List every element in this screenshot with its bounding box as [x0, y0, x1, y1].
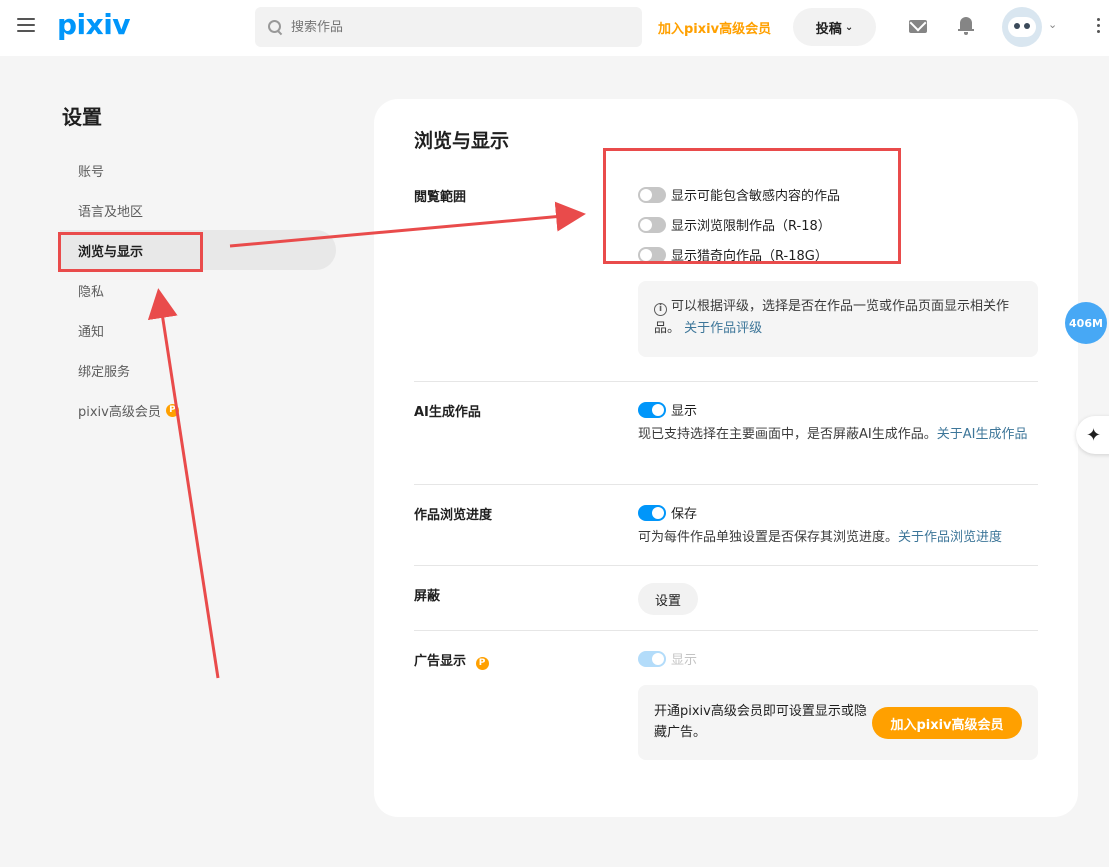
- bell-icon[interactable]: [958, 17, 974, 35]
- sidebar-item-linked-services[interactable]: 绑定服务: [60, 350, 336, 390]
- ai-works-toggle[interactable]: [638, 401, 666, 418]
- post-button-label: 投稿: [815, 21, 842, 37]
- divider: [414, 565, 1038, 566]
- info-icon: i: [654, 303, 667, 316]
- annotation-box-sidebar: [58, 232, 203, 272]
- premium-link[interactable]: 加入pixiv高级会员: [658, 18, 771, 37]
- sidebar-item-label: 绑定服务: [78, 364, 131, 380]
- join-premium-button[interactable]: 加入pixiv高级会员: [872, 707, 1022, 739]
- search-bar[interactable]: [255, 7, 642, 47]
- rating-info-link[interactable]: 关于作品评级: [684, 321, 762, 336]
- progress-toggle-row[interactable]: 保存: [638, 503, 697, 522]
- sparkle-icon[interactable]: ✦: [1076, 416, 1109, 454]
- ai-toggle-row[interactable]: 显示: [638, 400, 697, 419]
- reading-progress-link[interactable]: 关于作品浏览进度: [898, 530, 1002, 545]
- premium-promo-box: 开通pixiv高级会员即可设置显示或隐藏广告。 加入pixiv高级会员: [638, 685, 1038, 760]
- reading-progress-label: 作品浏览进度: [414, 508, 493, 523]
- ai-works-label: AI生成作品: [414, 405, 481, 420]
- more-icon[interactable]: [1097, 18, 1101, 38]
- pixiv-logo[interactable]: pixiv: [57, 8, 131, 41]
- ai-works-description: 现已支持选择在主要画面中，是否屏蔽AI生成作品。关于AI生成作品: [638, 424, 1038, 446]
- premium-badge-icon: P: [165, 403, 179, 417]
- sidebar-item-label: 账号: [78, 164, 105, 180]
- premium-badge-icon: P: [475, 657, 489, 670]
- viewing-range-label: 閲覧範囲: [414, 190, 467, 205]
- settings-title: 设置: [62, 105, 102, 129]
- sidebar-item-privacy[interactable]: 隐私: [60, 270, 336, 310]
- rating-info-box: i 可以根据评级，选择是否在作品一览或作品页面显示相关作品。 关于作品评级: [638, 281, 1038, 357]
- annotation-box-toggles: [603, 148, 901, 264]
- mute-settings-button[interactable]: 设置: [638, 583, 698, 615]
- sidebar-item-label: 语言及地区: [78, 204, 144, 220]
- toggle-label: 保存: [671, 507, 698, 522]
- menu-icon[interactable]: [17, 18, 35, 32]
- toggle-label: 显示: [671, 404, 698, 419]
- ai-works-link[interactable]: 关于AI生成作品: [937, 427, 1028, 442]
- divider: [414, 381, 1038, 382]
- ads-label: 广告显示 P: [414, 650, 489, 670]
- avatar[interactable]: [1002, 7, 1042, 47]
- ads-toggle: [638, 650, 666, 667]
- ads-toggle-row: 显示: [638, 649, 697, 668]
- sidebar-item-premium[interactable]: pixiv高级会员 P: [60, 390, 336, 430]
- mail-icon[interactable]: [909, 20, 927, 33]
- sidebar-item-label: pixiv高级会员: [78, 404, 161, 420]
- divider: [414, 630, 1038, 631]
- reading-progress-description: 可为每件作品单独设置是否保存其浏览进度。关于作品浏览进度: [638, 527, 1038, 549]
- sidebar-item-language[interactable]: 语言及地区: [60, 190, 336, 230]
- promo-text: 开通pixiv高级会员即可设置显示或隐藏广告。: [654, 704, 867, 740]
- toggle-label: 显示: [671, 653, 698, 668]
- post-button[interactable]: 投稿 ⌄: [793, 8, 876, 46]
- top-bar: pixiv 加入pixiv高级会员 投稿 ⌄ ⌄: [0, 0, 1109, 56]
- reading-progress-toggle[interactable]: [638, 504, 666, 521]
- chevron-down-icon: ⌄: [844, 21, 854, 33]
- divider: [414, 484, 1038, 485]
- chevron-down-icon[interactable]: ⌄: [1048, 18, 1057, 31]
- sidebar-item-notifications[interactable]: 通知: [60, 310, 336, 350]
- reading-progress-desc-text: 可为每件作品单独设置是否保存其浏览进度。: [638, 530, 899, 545]
- sidebar-item-label: 隐私: [78, 284, 105, 300]
- settings-nav: 账号 语言及地区 浏览与显示 隐私 通知 绑定服务 pixiv高级会员 P: [60, 150, 336, 430]
- ai-works-desc-text: 现已支持选择在主要画面中，是否屏蔽AI生成作品。: [638, 427, 937, 442]
- search-input[interactable]: [291, 19, 591, 35]
- page-title: 浏览与显示: [414, 130, 510, 152]
- sidebar-item-label: 通知: [78, 324, 105, 340]
- floating-badge[interactable]: 406M: [1065, 302, 1107, 344]
- sidebar-item-account[interactable]: 账号: [60, 150, 336, 190]
- ads-label-text: 广告显示: [414, 654, 467, 669]
- mute-label: 屏蔽: [414, 589, 441, 604]
- search-icon: [267, 19, 283, 35]
